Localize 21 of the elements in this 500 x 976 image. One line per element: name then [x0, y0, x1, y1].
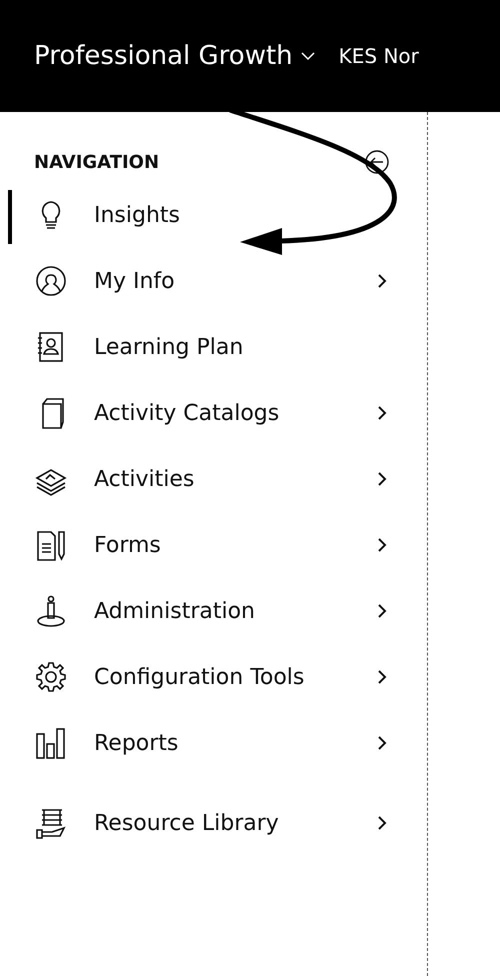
gear-icon: [34, 660, 68, 694]
nav-item[interactable]: Forms: [0, 512, 427, 578]
nav-item[interactable]: Activities: [0, 446, 427, 512]
nav-item[interactable]: Learning Plan: [0, 314, 427, 380]
bar-chart-icon: [34, 726, 68, 760]
selection-bar: [8, 190, 12, 244]
books-hand-icon: [34, 806, 68, 840]
organization-name: KES Nor: [338, 44, 419, 68]
nav-item[interactable]: Administration: [0, 578, 427, 644]
nav-item[interactable]: Reports: [0, 710, 427, 776]
document-pencil-icon: [34, 528, 68, 562]
nav-item[interactable]: Resource Library: [0, 790, 427, 856]
chevron-down-icon: [300, 51, 315, 61]
nav-item[interactable]: My Info: [0, 248, 427, 314]
person-icon: [34, 264, 68, 298]
product-menu[interactable]: Professional Growth: [34, 41, 315, 71]
nav-item[interactable]: Activity Catalogs: [0, 380, 427, 446]
nav-item[interactable]: Configuration Tools: [0, 644, 427, 710]
navigation-title: NAVIGATION: [34, 152, 160, 172]
collapse-icon[interactable]: [365, 150, 389, 174]
nav-item[interactable]: Insights: [0, 182, 427, 248]
